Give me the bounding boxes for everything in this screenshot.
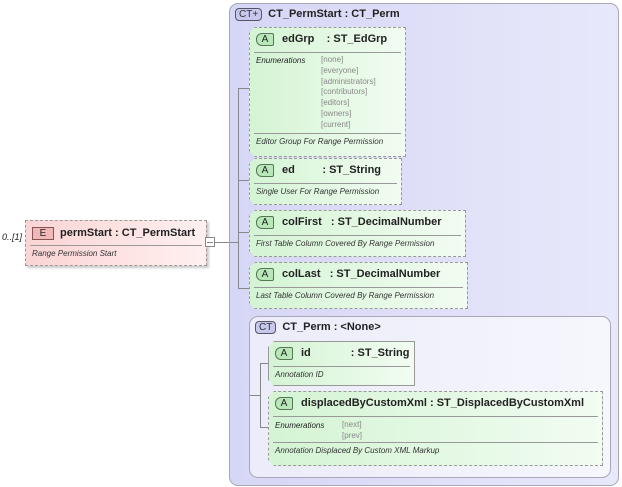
attribute-doc: Editor Group For Range Permission [256, 137, 384, 146]
ct-title: CT_Perm : <None> [282, 321, 381, 333]
attribute-name: id [301, 347, 311, 359]
element-doc: Range Permission Start [32, 249, 117, 258]
attribute-name: ed [282, 164, 295, 176]
attribute-badge: A [256, 268, 274, 281]
attribute-ed[interactable]: Aed : ST_String Single User For Range Pe… [249, 158, 402, 205]
attribute-edGrp[interactable]: AedGrp : ST_EdGrp Enumerations [none] [e… [249, 27, 406, 157]
attribute-name: colLast [282, 268, 321, 280]
ct-badge: CT [255, 321, 277, 334]
attribute-type: : ST_DisplacedByCustomXml [429, 397, 585, 409]
enum-value: [current] [321, 119, 351, 129]
attribute-colFirst[interactable]: AcolFirst : ST_DecimalNumber First Table… [249, 210, 466, 257]
enumerations-label: Enumerations [275, 421, 325, 430]
attribute-doc: Single User For Range Permission [256, 187, 380, 196]
attribute-doc: Annotation ID [275, 370, 324, 379]
element-badge: E [32, 227, 54, 240]
element-type: : CT_PermStart [115, 227, 196, 239]
occurrence-label: 0..[1] [2, 232, 23, 242]
attribute-doc: Last Table Column Covered By Range Permi… [256, 291, 435, 300]
attribute-type: : ST_String [350, 347, 410, 359]
attribute-type: : ST_DecimalNumber [329, 268, 441, 280]
element-name: permStart [60, 227, 112, 239]
attribute-type: : ST_EdGrp [326, 33, 388, 45]
attribute-doc: First Table Column Covered By Range Perm… [256, 239, 435, 248]
attribute-displacedByCustomXml[interactable]: AdisplacedByCustomXml : ST_DisplacedByCu… [268, 391, 603, 466]
attribute-badge: A [275, 347, 293, 360]
attribute-colLast[interactable]: AcolLast : ST_DecimalNumber Last Table C… [249, 262, 468, 309]
enum-value: [next] [342, 420, 362, 429]
enum-value: [none] [321, 55, 344, 64]
enum-value: [editors] [321, 98, 350, 108]
attribute-badge: A [275, 397, 293, 410]
ct-title: CT_PermStart : CT_Perm [268, 8, 400, 20]
attribute-name: edGrp [282, 33, 315, 45]
attribute-badge: A [256, 164, 274, 177]
attribute-type: : ST_DecimalNumber [330, 216, 442, 228]
attribute-badge: A [256, 216, 274, 229]
attribute-badge: A [256, 33, 274, 46]
enum-value: [administrators] [321, 76, 376, 86]
attribute-name: displacedByCustomXml [301, 397, 427, 409]
enum-value: [owners] [321, 108, 352, 118]
attribute-doc: Annotation Displaced By Custom XML Marku… [275, 446, 440, 455]
enumerations-label: Enumerations [256, 56, 306, 65]
enum-value: [prev] [342, 430, 363, 440]
attribute-name: colFirst [282, 216, 322, 228]
ct-badge: CT+ [235, 8, 263, 21]
attribute-id[interactable]: Aid : ST_String Annotation ID [268, 341, 415, 386]
enum-value: [contributors] [321, 87, 368, 97]
element-permStart[interactable]: EpermStart : CT_PermStart Range Permissi… [25, 220, 207, 266]
attribute-type: : ST_String [322, 164, 382, 176]
enum-value: [everyone] [321, 65, 359, 75]
